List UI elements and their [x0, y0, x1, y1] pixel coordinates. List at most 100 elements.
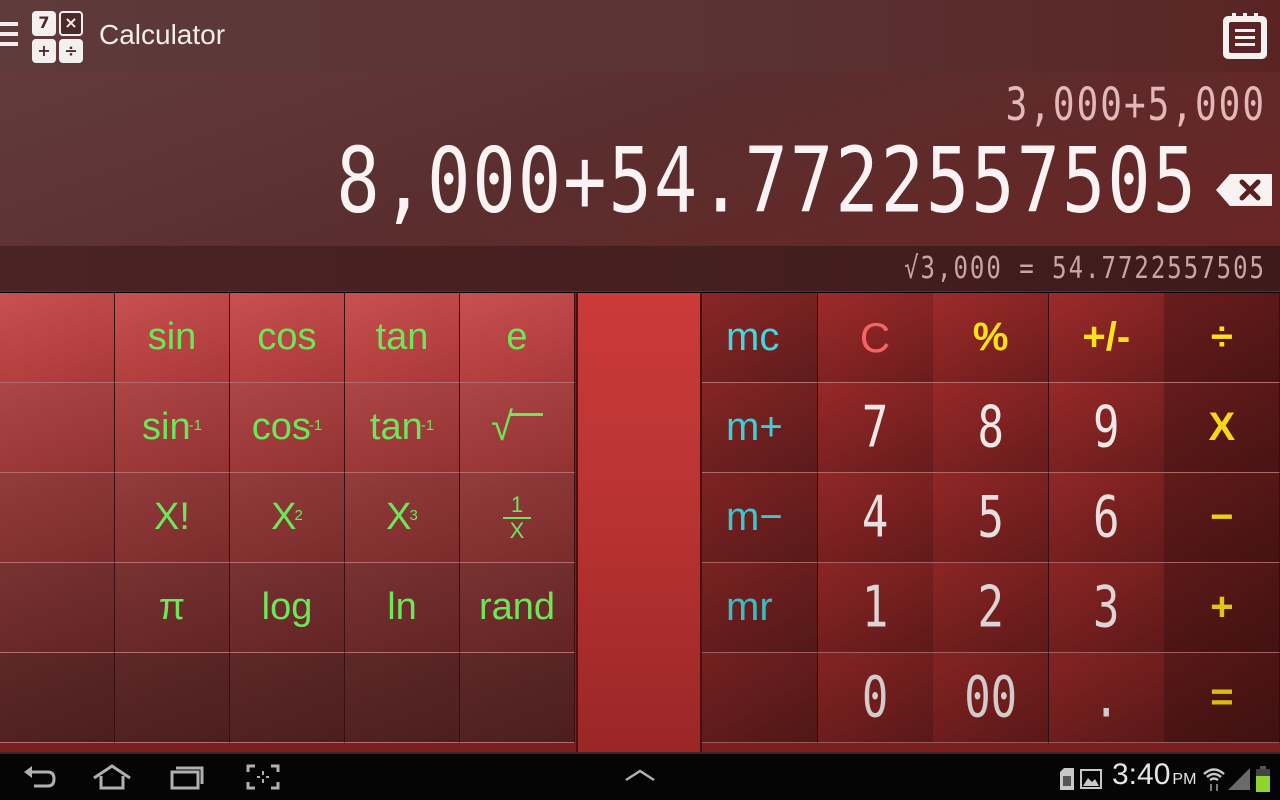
key-digit-8[interactable]: 8 — [933, 383, 1050, 473]
key-subtract[interactable]: − — [1164, 473, 1280, 563]
key-digit-7[interactable]: 7 — [817, 383, 934, 473]
key-label: X — [1208, 405, 1236, 449]
key-clear[interactable]: C — [817, 293, 934, 383]
back-icon[interactable] — [22, 764, 56, 790]
key-label: C — [859, 313, 891, 361]
key-asin[interactable]: sin -1 — [115, 383, 230, 473]
key-label: X — [271, 496, 297, 538]
key-label: 7 — [861, 394, 889, 461]
key-cube[interactable]: X3 — [345, 473, 460, 563]
key-blank — [0, 653, 115, 743]
home-icon[interactable] — [92, 764, 132, 790]
key-sqrt[interactable]: √ — [460, 383, 575, 473]
key-label: 4 — [861, 484, 889, 551]
key-digit-9[interactable]: 9 — [1048, 383, 1165, 473]
key-label: ÷ — [1210, 315, 1233, 359]
logo-plus: + — [32, 38, 56, 63]
system-navigation-bar — [0, 752, 1280, 800]
app-logo-icon[interactable]: 7 × + ÷ — [32, 11, 84, 63]
key-add[interactable]: + — [1164, 563, 1280, 653]
key-label: sin — [147, 316, 197, 358]
key-log[interactable]: log — [230, 563, 345, 653]
key-digit-3[interactable]: 3 — [1048, 563, 1165, 653]
key-superscript: -1 — [420, 417, 435, 434]
key-memory-clear[interactable]: mc — [702, 293, 818, 383]
key-digit-6[interactable]: 6 — [1048, 473, 1165, 563]
key-digit-5[interactable]: 5 — [933, 473, 1050, 563]
key-factorial[interactable]: X! — [115, 473, 230, 563]
key-memory-subtract[interactable]: m− — [702, 473, 818, 563]
key-label: ln — [387, 586, 417, 628]
key-superscript: 3 — [409, 507, 418, 524]
key-blank — [0, 473, 115, 563]
key-label: X — [386, 496, 412, 538]
key-blank — [230, 653, 345, 743]
key-label: 0 — [861, 664, 889, 731]
key-label: 3 — [1093, 574, 1120, 641]
key-label: +/- — [1082, 315, 1131, 359]
current-expression[interactable]: 8,000+54.7722557505 — [336, 128, 1198, 233]
gallery-icon — [1080, 769, 1102, 789]
key-memory-add[interactable]: m+ — [702, 383, 818, 473]
sd-card-icon — [1060, 768, 1074, 790]
result-line: √3,000 = 54.7722557505 — [904, 250, 1266, 286]
key-blank — [115, 653, 230, 743]
screenshot-icon[interactable] — [246, 764, 280, 790]
key-label: log — [261, 586, 313, 628]
logo-times: × — [59, 11, 83, 36]
key-blank — [0, 293, 115, 383]
key-cos[interactable]: cos — [230, 293, 345, 383]
key-equals[interactable]: = — [1164, 653, 1280, 743]
key-label: 1 — [861, 574, 889, 641]
key-e[interactable]: e — [460, 293, 575, 383]
key-acos[interactable]: cos -1 — [230, 383, 345, 473]
center-panel — [576, 293, 702, 752]
signal-icon — [1228, 768, 1250, 790]
key-sin[interactable]: sin — [115, 293, 230, 383]
key-ln[interactable]: ln — [345, 563, 460, 653]
key-label: 00 — [964, 664, 1018, 731]
key-label: 5 — [977, 484, 1004, 551]
key-digit-1[interactable]: 1 — [817, 563, 934, 653]
key-reciprocal[interactable]: 1X — [460, 473, 575, 563]
reciprocal-label: 1X — [503, 493, 531, 542]
key-label: cos — [257, 316, 317, 358]
key-decimal-point[interactable]: . — [1048, 653, 1165, 743]
key-label: e — [506, 316, 528, 358]
history-clipboard-icon[interactable] — [1220, 11, 1270, 61]
key-digit-4[interactable]: 4 — [817, 473, 934, 563]
menu-icon[interactable] — [0, 22, 20, 50]
key-label: % — [972, 315, 1009, 359]
key-label: 8 — [977, 394, 1004, 461]
sqrt-label: √ — [491, 405, 543, 450]
battery-icon — [1256, 766, 1270, 792]
key-multiply[interactable]: X — [1164, 383, 1280, 473]
key-percent[interactable]: % — [933, 293, 1050, 383]
key-label: 6 — [1093, 484, 1120, 551]
key-double-zero[interactable]: 00 — [933, 653, 1050, 743]
key-plus-minus[interactable]: +/- — [1048, 293, 1165, 383]
chevron-up-icon[interactable] — [624, 768, 656, 782]
app-title: Calculator — [99, 19, 226, 50]
key-label: π — [158, 586, 186, 628]
backspace-icon[interactable] — [1214, 172, 1274, 208]
key-label: 2 — [977, 574, 1004, 641]
key-pi[interactable]: π — [115, 563, 230, 653]
key-square[interactable]: X2 — [230, 473, 345, 563]
key-blank — [0, 383, 115, 473]
key-blank — [345, 653, 460, 743]
key-label: mc — [726, 315, 780, 359]
key-label: X! — [154, 496, 190, 538]
key-label: m+ — [726, 405, 783, 449]
key-digit-2[interactable]: 2 — [933, 563, 1050, 653]
key-divide[interactable]: ÷ — [1164, 293, 1280, 383]
key-tan[interactable]: tan — [345, 293, 460, 383]
key-label: mr — [726, 585, 773, 629]
key-label: rand — [478, 586, 556, 628]
key-digit-0[interactable]: 0 — [817, 653, 934, 743]
key-atan[interactable]: tan -1 — [345, 383, 460, 473]
keypad: sin cos tan e sin -1 cos -1 tan -1 √ X! X 2 X 3 1 Xπ log ln… — [0, 293, 1280, 752]
key-rand[interactable]: rand — [460, 563, 575, 653]
recent-apps-icon[interactable] — [170, 764, 204, 790]
key-memory-recall[interactable]: mr — [702, 563, 818, 653]
